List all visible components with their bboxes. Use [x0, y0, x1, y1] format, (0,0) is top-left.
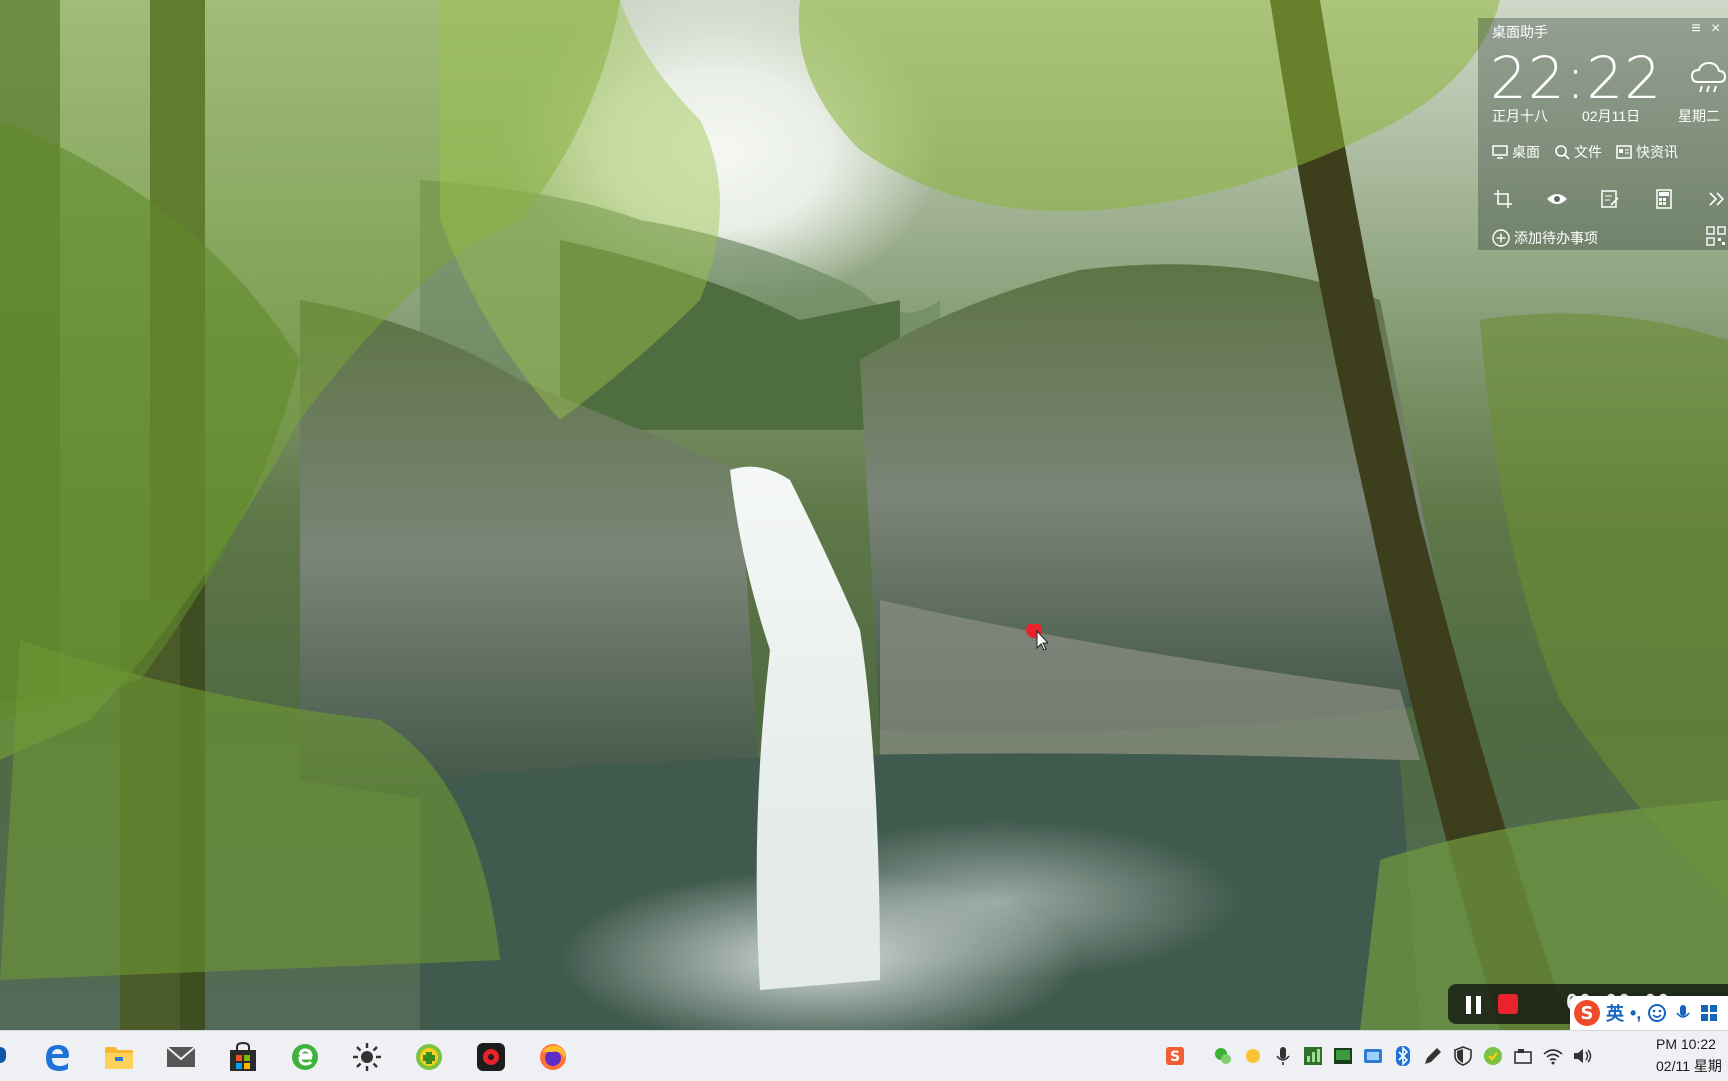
store-icon[interactable] — [226, 1040, 260, 1074]
crop-icon[interactable] — [1490, 186, 1516, 212]
file-link-label: 文件 — [1574, 144, 1602, 160]
add-todo-label: 添加待办事项 — [1514, 230, 1598, 246]
news-icon — [1616, 145, 1632, 159]
widget-weekday: 星期二 — [1678, 108, 1720, 124]
sogou-icon[interactable]: S — [1164, 1045, 1186, 1067]
firefox-icon[interactable] — [536, 1040, 570, 1074]
desktop-helper-widget: 桌面助手 ≡ × 22:22 正月十八 02月11日 星期二 桌面 文件 快资讯 — [1478, 18, 1728, 250]
volume-icon[interactable] — [1572, 1045, 1594, 1067]
microphone-icon[interactable] — [1673, 1003, 1693, 1023]
qr-code-icon[interactable] — [1706, 226, 1726, 246]
mail-icon[interactable] — [164, 1040, 198, 1074]
emoji-icon[interactable] — [1647, 1003, 1667, 1023]
system-tray: S — [1164, 1043, 1594, 1069]
calculator-icon[interactable] — [1651, 186, 1677, 212]
taskbar-clock[interactable]: PM 10:22 02/11 星期 — [1656, 1033, 1728, 1077]
ime-language-toggle[interactable]: 英 — [1606, 1000, 1624, 1026]
game-center-icon[interactable] — [412, 1040, 446, 1074]
desktop-link[interactable]: 桌面 — [1492, 142, 1540, 162]
close-icon[interactable]: × — [1711, 20, 1720, 38]
start-edge-tab[interactable] — [0, 1047, 6, 1063]
edge-icon[interactable] — [40, 1040, 74, 1074]
double-chevron-right-icon[interactable] — [1704, 186, 1728, 212]
add-todo-button[interactable]: 添加待办事项 — [1492, 228, 1598, 248]
file-search-link[interactable]: 文件 — [1554, 142, 1602, 162]
desktop-wallpaper — [0, 0, 1728, 1030]
widget-date: 02月11日 — [1582, 108, 1641, 124]
clock-time: PM 10:22 — [1656, 1036, 1716, 1052]
network-adapter-icon[interactable] — [1362, 1045, 1384, 1067]
sogou-logo-icon[interactable]: S — [1574, 1000, 1600, 1026]
microphone-icon[interactable] — [1272, 1045, 1294, 1067]
monitor-icon — [1492, 145, 1508, 159]
monitor-icon[interactable] — [1332, 1045, 1354, 1067]
screen-recorder-icon[interactable] — [474, 1040, 508, 1074]
widget-toolbar — [1490, 186, 1728, 212]
widget-title: 桌面助手 — [1492, 24, 1548, 40]
widget-links: 桌面 文件 快资讯 — [1492, 142, 1678, 162]
wifi-icon[interactable] — [1542, 1045, 1564, 1067]
browser-e-icon[interactable] — [288, 1040, 322, 1074]
bluetooth-icon[interactable] — [1392, 1045, 1414, 1067]
eye-icon[interactable] — [1544, 186, 1570, 212]
ime-punctuation-toggle[interactable]: •, — [1630, 1003, 1641, 1024]
news-link-label: 快资讯 — [1636, 144, 1678, 160]
clock-date: 02/11 星期 — [1656, 1058, 1722, 1074]
weather-sun-icon[interactable] — [1242, 1045, 1264, 1067]
mouse-cursor — [1026, 624, 1048, 650]
file-explorer-icon[interactable] — [102, 1040, 136, 1074]
notes-icon[interactable] — [1597, 186, 1623, 212]
search-icon — [1555, 145, 1570, 160]
waterfall-landscape-image — [0, 0, 1728, 1030]
brightness-icon[interactable] — [350, 1040, 384, 1074]
pen-icon[interactable] — [1422, 1045, 1444, 1067]
lunar-date: 正月十八 — [1492, 108, 1548, 124]
taskbar: S PM 10:22 02/11 星期 — [0, 1030, 1728, 1081]
stop-icon[interactable] — [1498, 994, 1518, 1014]
cloud-rain-icon[interactable] — [1688, 58, 1728, 98]
ime-toolbar: S 英 •, — [1570, 996, 1728, 1030]
wechat-icon[interactable] — [1212, 1045, 1234, 1067]
desktop-link-label: 桌面 — [1512, 144, 1540, 160]
usb-icon[interactable] — [1512, 1045, 1534, 1067]
pause-icon[interactable] — [1462, 993, 1486, 1017]
menu-icon[interactable]: ≡ — [1685, 20, 1707, 42]
plus-circle-icon — [1492, 229, 1510, 247]
security-icon[interactable] — [1482, 1045, 1504, 1067]
widget-clock: 22:22 — [1490, 44, 1663, 112]
svg-text:S: S — [1170, 1049, 1180, 1065]
news-link[interactable]: 快资讯 — [1616, 142, 1678, 162]
shield-icon[interactable] — [1452, 1045, 1474, 1067]
chart-icon[interactable] — [1302, 1045, 1324, 1067]
grid-menu-icon[interactable] — [1699, 1003, 1719, 1023]
